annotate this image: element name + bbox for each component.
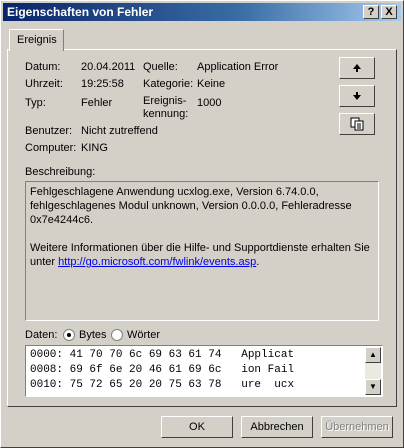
source-value: Application Error <box>197 61 279 73</box>
description-line: fehlgeschlagenes Modul unknown, Version … <box>30 200 352 212</box>
type-value: Fehler <box>81 97 113 109</box>
data-line: 0008: 69 6f 6e 20 46 61 69 6c ion Fail <box>30 364 295 376</box>
scroll-down-button[interactable]: ▼ <box>365 379 381 395</box>
description-line: 0x7e4244c6. <box>30 214 93 226</box>
cancel-button[interactable]: Abbrechen <box>241 416 313 438</box>
description-line: unter http://go.microsoft.com/fwlink/eve… <box>30 256 260 268</box>
description-label: Beschreibung: <box>25 166 96 178</box>
help-link[interactable]: http://go.microsoft.com/fwlink/events.as… <box>58 256 256 268</box>
ok-button[interactable]: OK <box>161 416 233 438</box>
window-title: Eigenschaften von Fehler <box>7 5 154 19</box>
copy-icon <box>350 117 364 131</box>
scroll-up-button[interactable]: ▲ <box>365 347 381 363</box>
arrow-down-icon <box>353 92 361 100</box>
event-id-label-line1: Ereignis- <box>143 95 187 107</box>
close-button[interactable]: X <box>381 5 397 19</box>
data-label: Daten: <box>25 329 58 341</box>
copy-button[interactable] <box>339 113 375 135</box>
data-line: 0000: 41 70 70 6c 69 63 61 74 Applicat <box>30 349 295 361</box>
computer-value: KING <box>81 142 108 154</box>
data-line: 0010: 75 72 65 20 20 75 63 78 ure ucx <box>30 379 295 391</box>
previous-event-button[interactable] <box>339 57 375 79</box>
description-box[interactable]: Fehlgeschlagene Anwendung ucxlog.exe, Ve… <box>25 181 379 321</box>
bytes-radio-label[interactable]: Bytes <box>79 329 107 341</box>
data-hex-box[interactable]: 0000: 41 70 70 6c 69 63 61 74 Applicat 0… <box>25 345 383 397</box>
event-id-label-line2: kennung: <box>143 108 189 120</box>
user-value: Nicht zutreffend <box>81 125 158 137</box>
arrow-up-icon <box>353 64 361 72</box>
description-line: Weitere Informationen über die Hilfe- un… <box>30 242 370 254</box>
computer-label: Computer: <box>25 142 77 154</box>
time-label: Uhrzeit: <box>25 78 63 90</box>
date-value: 20.04.2011 <box>81 61 136 73</box>
words-radio-label[interactable]: Wörter <box>127 329 160 341</box>
help-button[interactable]: ? <box>363 5 379 19</box>
title-bar: Eigenschaften von Fehler ? X <box>3 3 401 21</box>
category-label: Kategorie: <box>143 78 194 90</box>
source-label: Quelle: <box>143 61 178 73</box>
category-value: Keine <box>197 78 226 90</box>
event-id-value: 1000 <box>197 97 222 109</box>
tab-label: Ereignis <box>17 34 57 46</box>
time-value: 19:25:58 <box>81 78 124 90</box>
date-label: Datum: <box>25 61 61 73</box>
apply-button[interactable]: Übernehmen <box>321 416 393 438</box>
properties-dialog: Eigenschaften von Fehler ? X Ereignis Da… <box>0 0 404 448</box>
vertical-scrollbar[interactable]: ▲ ▼ <box>365 347 381 395</box>
description-line: Fehlgeschlagene Anwendung ucxlog.exe, Ve… <box>30 186 319 198</box>
bytes-radio[interactable] <box>63 329 75 341</box>
words-radio[interactable] <box>111 329 123 341</box>
tab-ereignis[interactable]: Ereignis <box>9 29 64 51</box>
user-label: Benutzer: <box>25 125 73 137</box>
type-label: Typ: <box>25 97 46 109</box>
next-event-button[interactable] <box>339 85 375 107</box>
